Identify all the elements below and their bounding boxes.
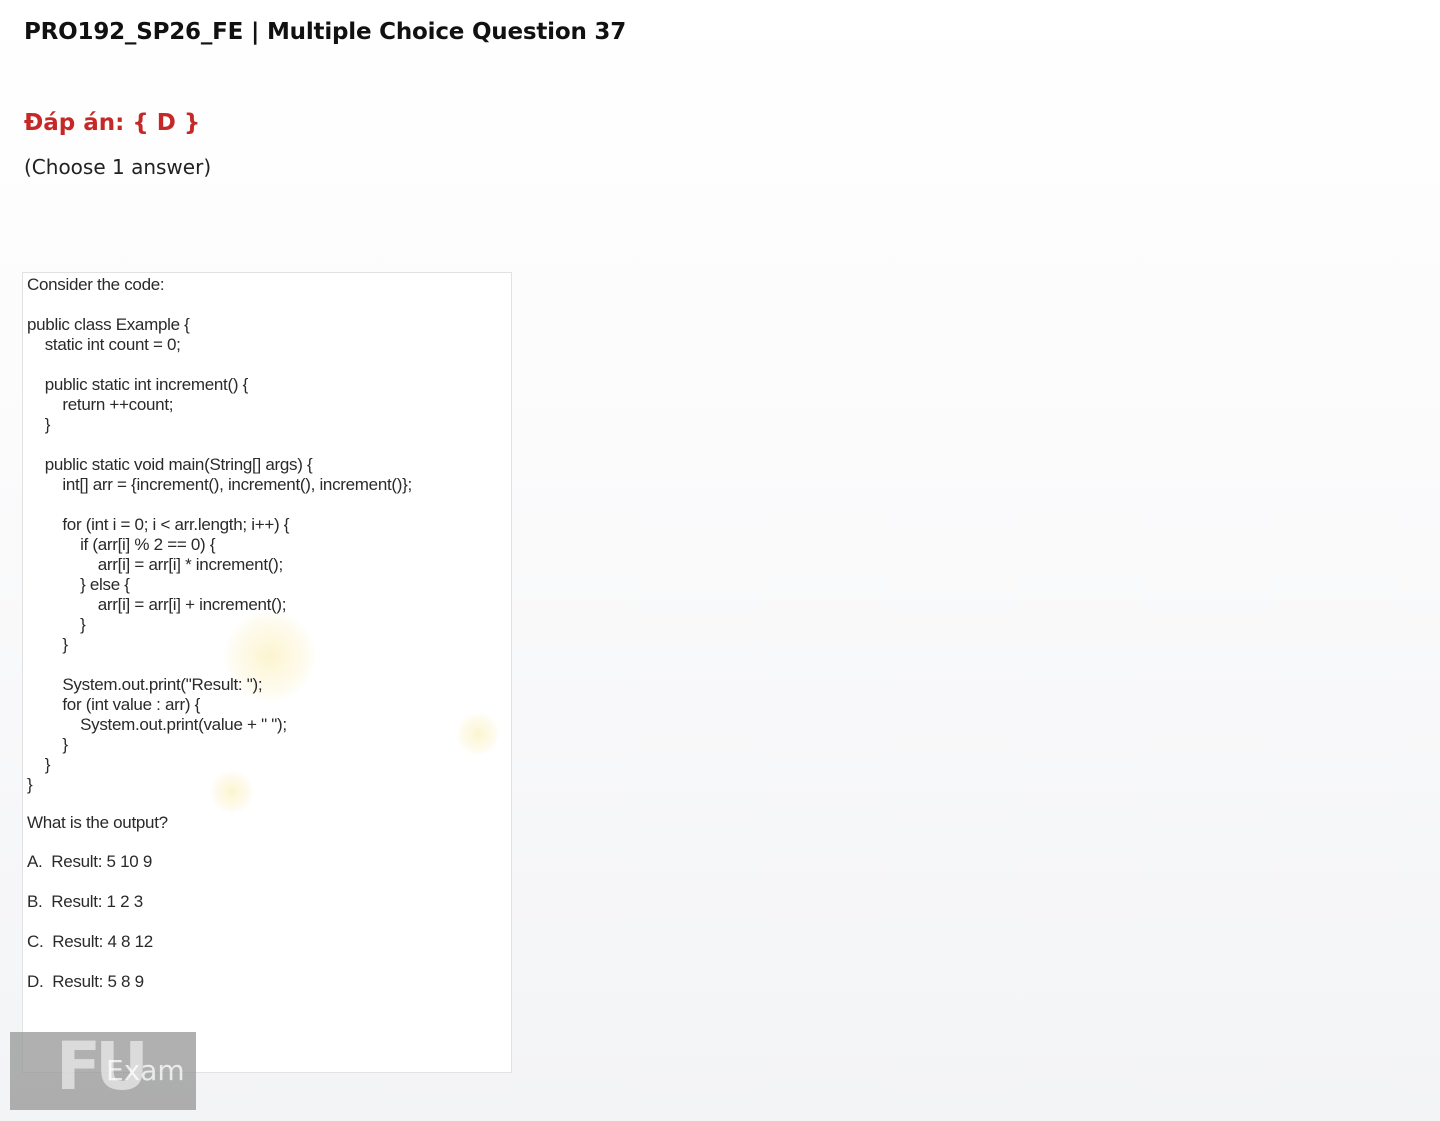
page-title: PRO192_SP26_FE | Multiple Choice Questio… [24, 19, 627, 45]
code-line: public class Example { [27, 315, 190, 334]
code-line: } [27, 735, 68, 754]
code-line: } [27, 635, 68, 654]
question-prompt: What is the output? [27, 813, 168, 832]
code-line: } else { [27, 575, 130, 594]
option-b: B. Result: 1 2 3 [27, 892, 143, 911]
watermark-logo: FU Exam [10, 1032, 196, 1110]
question-intro: Consider the code: [27, 275, 165, 294]
code-line: } [27, 415, 51, 434]
code-line: arr[i] = arr[i] * increment(); [27, 555, 283, 574]
code-line: } [27, 775, 33, 794]
code-line: int[] arr = {increment(), increment(), i… [27, 475, 412, 494]
option-c: C. Result: 4 8 12 [27, 932, 153, 951]
stain-mark [211, 771, 253, 813]
answer-instruction: (Choose 1 answer) [24, 155, 212, 179]
option-d: D. Result: 5 8 9 [27, 972, 144, 991]
code-line: public static int increment() { [27, 375, 249, 394]
code-line: } [27, 615, 86, 634]
stain-mark [457, 713, 499, 755]
code-line: arr[i] = arr[i] + increment(); [27, 595, 287, 614]
code-line: } [27, 755, 51, 774]
code-line: System.out.print(value + " "); [27, 715, 287, 734]
code-line: System.out.print("Result: "); [27, 675, 263, 694]
watermark-text: Exam [106, 1054, 185, 1087]
option-a: A. Result: 5 10 9 [27, 852, 153, 871]
question-image: Consider the code: public class Example … [22, 272, 512, 1073]
code-line: return ++count; [27, 395, 174, 414]
code-line: for (int value : arr) { [27, 695, 201, 714]
code-line: if (arr[i] % 2 == 0) { [27, 535, 216, 554]
code-line: for (int i = 0; i < arr.length; i++) { [27, 515, 290, 534]
code-line: public static void main(String[] args) { [27, 455, 313, 474]
code-line: static int count = 0; [27, 335, 181, 354]
answer-key: Đáp án: { D } [24, 110, 201, 136]
